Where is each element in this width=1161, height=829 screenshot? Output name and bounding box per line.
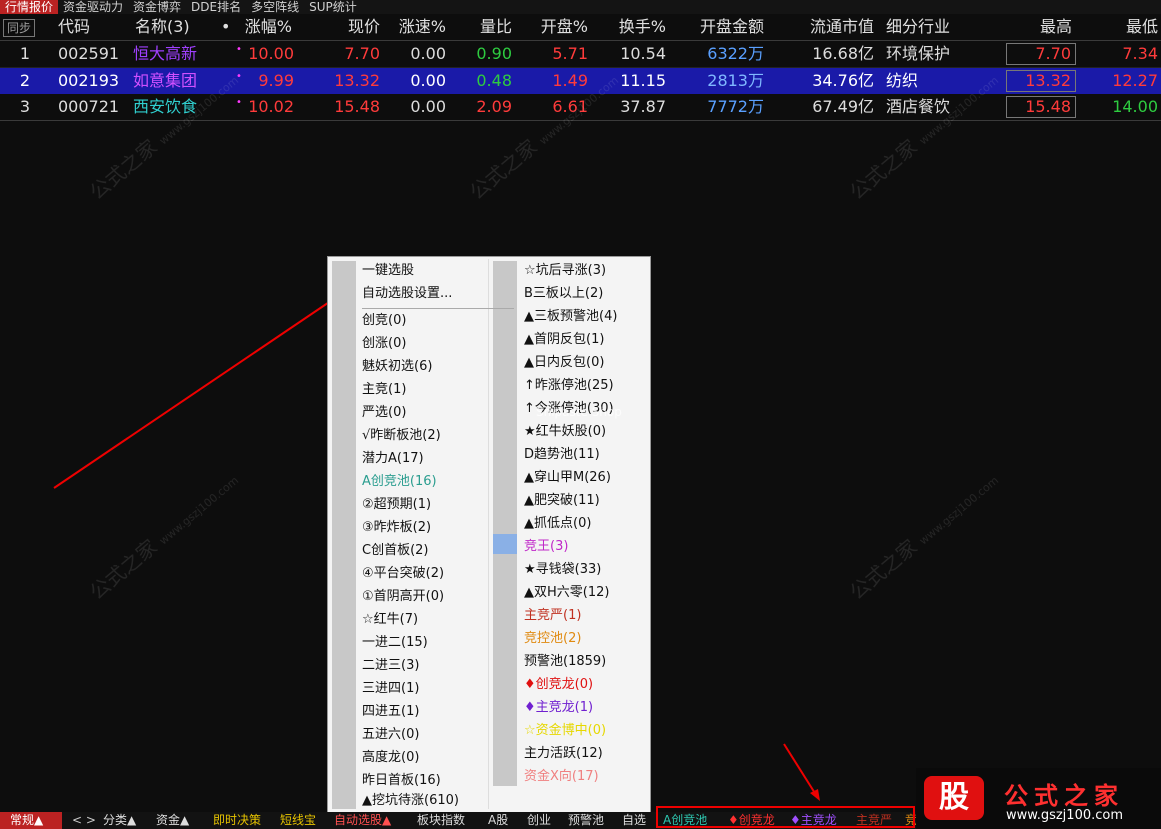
menu-item[interactable]: ④平台突破(2) xyxy=(362,562,444,585)
menu-item[interactable]: ★寻钱袋(33) xyxy=(524,558,601,581)
menu-item[interactable]: ♦主竞龙(1) xyxy=(524,696,593,719)
site-logo: 股 公式之家 www.gszj100.com xyxy=(916,768,1161,829)
menu-item[interactable]: ▲挖坑待涨(610) xyxy=(362,789,459,812)
menu-item[interactable]: 创涨(0) xyxy=(362,332,406,355)
logo-name: 公式之家 xyxy=(1004,782,1124,810)
tab-instant-decision[interactable]: 即时决策 xyxy=(213,812,261,829)
menu-item[interactable]: ☆红牛(7) xyxy=(362,608,418,631)
tab-alert-pool[interactable]: 预警池 xyxy=(568,812,604,829)
menu-item[interactable]: 主竞(1) xyxy=(362,378,406,401)
menu-item[interactable]: C创首板(2) xyxy=(362,539,429,562)
tab-auto-select[interactable]: 自动选股▲ xyxy=(334,812,391,829)
menu-icon-strip xyxy=(332,261,356,809)
menu-item[interactable]: ▲双H六零(12) xyxy=(524,581,609,604)
tab-short-term[interactable]: 短线宝 xyxy=(280,812,316,829)
menu-item[interactable]: ▲抓低点(0) xyxy=(524,512,591,535)
tab-a-shares[interactable]: A股 xyxy=(488,812,508,829)
menu-item[interactable]: 严选(0) xyxy=(362,401,406,424)
menu-highlight xyxy=(493,534,517,554)
menu-item-one-click[interactable]: 一键选股 xyxy=(362,259,414,282)
menu-item[interactable]: 资金X向(17) xyxy=(524,765,599,788)
tab-sector-index[interactable]: 板块指数 xyxy=(417,812,465,829)
tab-normal[interactable]: 常规▲ xyxy=(0,812,62,829)
tab-scroll-arrows[interactable]: < > xyxy=(72,812,96,829)
menu-tooltip: Snipaste Shop xyxy=(536,405,622,419)
tab-watchlist[interactable]: 自选 xyxy=(622,812,646,829)
annotation-box xyxy=(656,806,915,828)
tab-funds[interactable]: 资金▲ xyxy=(156,812,189,829)
auto-select-menu: 一键选股 自动选股设置... 创竞(0) 创涨(0) 魅妖初选(6) 主竞(1)… xyxy=(327,256,651,814)
menu-item[interactable]: ▲日内反包(0) xyxy=(524,351,604,374)
menu-item[interactable]: 潜力A(17) xyxy=(362,447,424,470)
logo-mark: 股 xyxy=(924,776,984,820)
logo-url: www.gszj100.com xyxy=(1006,808,1124,823)
menu-item[interactable]: 一进二(15) xyxy=(362,631,428,654)
menu-item[interactable]: ③昨炸板(2) xyxy=(362,516,431,539)
menu-item[interactable]: ▲三板预警池(4) xyxy=(524,305,617,328)
menu-icon-strip xyxy=(493,261,517,786)
menu-item[interactable]: 主竞严(1) xyxy=(524,604,581,627)
menu-item[interactable]: ♦创竞龙(0) xyxy=(524,673,593,696)
menu-item[interactable]: 预警池(1859) xyxy=(524,650,606,673)
menu-item[interactable]: 高度龙(0) xyxy=(362,746,419,769)
menu-item[interactable]: 二进三(3) xyxy=(362,654,419,677)
menu-item[interactable]: 五进六(0) xyxy=(362,723,419,746)
menu-item[interactable]: ▲肥突破(11) xyxy=(524,489,600,512)
menu-item[interactable]: 竞王(3) xyxy=(524,535,568,558)
menu-item[interactable]: D趋势池(11) xyxy=(524,443,600,466)
menu-item[interactable]: ▲首阴反包(1) xyxy=(524,328,604,351)
menu-item[interactable]: 创竞(0) xyxy=(362,309,406,332)
menu-item-settings[interactable]: 自动选股设置... xyxy=(362,282,452,305)
tab-category[interactable]: 分类▲ xyxy=(103,812,136,829)
menu-item[interactable]: ↑昨涨停池(25) xyxy=(524,374,614,397)
menu-item[interactable]: ☆坑后寻涨(3) xyxy=(524,259,606,282)
menu-item[interactable]: ☆资金博中(0) xyxy=(524,719,606,742)
menu-item[interactable]: 三进四(1) xyxy=(362,677,419,700)
menu-item[interactable]: A创竞池(16) xyxy=(362,470,437,493)
menu-item[interactable]: 四进五(1) xyxy=(362,700,419,723)
menu-item[interactable]: √昨断板池(2) xyxy=(362,424,441,447)
menu-item[interactable]: ②超预期(1) xyxy=(362,493,431,516)
tab-chinext[interactable]: 创业 xyxy=(527,812,551,829)
menu-item[interactable]: B三板以上(2) xyxy=(524,282,603,305)
menu-item[interactable]: ①首阴高开(0) xyxy=(362,585,444,608)
menu-item[interactable]: 魅妖初选(6) xyxy=(362,355,432,378)
menu-item[interactable]: 主力活跃(12) xyxy=(524,742,603,765)
menu-item[interactable]: 竞控池(2) xyxy=(524,627,581,650)
menu-item[interactable]: ▲穿山甲M(26) xyxy=(524,466,611,489)
menu-column-separator xyxy=(488,259,489,809)
